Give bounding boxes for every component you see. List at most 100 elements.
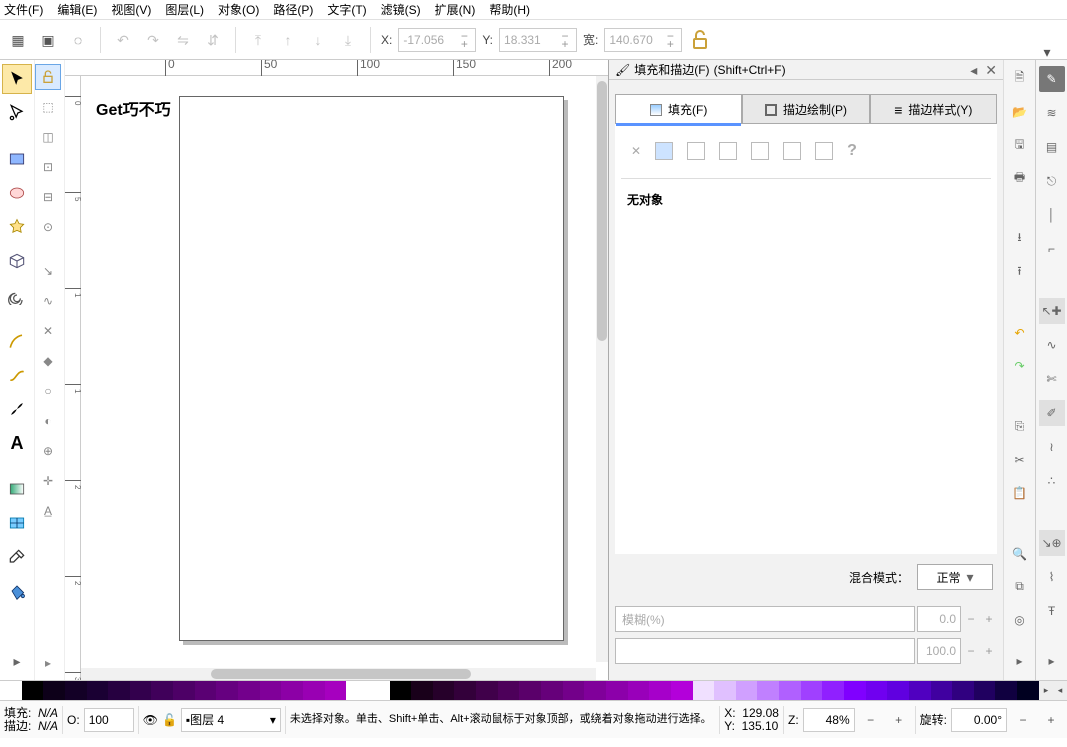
snap-center-icon[interactable]: ⊙ <box>35 214 61 240</box>
rotate-ccw-icon[interactable]: ↶ <box>111 28 135 52</box>
open-icon[interactable]: 📂 <box>1007 99 1033 124</box>
snap-inters-icon[interactable]: ✕ <box>35 318 61 344</box>
palette-swatch[interactable] <box>909 681 931 700</box>
zoom-input[interactable]: 48% <box>803 708 855 732</box>
paint-swatch-icon[interactable] <box>815 142 833 160</box>
path-sub-icon[interactable]: ∿ <box>1039 332 1065 358</box>
select-all-layers-icon[interactable]: ▦ <box>6 28 30 52</box>
align-dialog-icon[interactable]: │ <box>1039 202 1065 228</box>
snap-rot-center-icon[interactable]: ✛ <box>35 468 61 494</box>
rot-minus-icon[interactable]: − <box>1011 708 1035 732</box>
paint-linear-icon[interactable] <box>687 142 705 160</box>
box3d-tool[interactable] <box>2 246 32 276</box>
opacity-minus-icon[interactable]: − <box>963 638 979 664</box>
layer-selector[interactable]: ▪图层 4▾ <box>181 708 281 732</box>
palette-swatch[interactable] <box>411 681 433 700</box>
palette-swatch[interactable] <box>779 681 801 700</box>
palette-swatch[interactable] <box>649 681 671 700</box>
blur-value[interactable]: 0.0 <box>917 606 961 632</box>
palette-swatch[interactable] <box>368 681 390 700</box>
objprops-dialog-icon[interactable]: ≋ <box>1039 100 1065 126</box>
palette-swatch[interactable] <box>433 681 455 700</box>
text-object[interactable]: Get巧不巧 <box>96 96 171 120</box>
snap-lock-icon[interactable] <box>35 64 61 90</box>
export-icon[interactable]: ⭱ <box>1007 260 1033 285</box>
dock-inner-expand-icon[interactable]: ▸ <box>1007 649 1033 674</box>
palette-swatch[interactable] <box>693 681 715 700</box>
opacity-plus-icon[interactable]: + <box>981 638 997 664</box>
snap-smooth-icon[interactable]: ○ <box>35 378 61 404</box>
palette-swatch[interactable] <box>844 681 866 700</box>
palette-swatch[interactable] <box>476 681 498 700</box>
palette-swatch[interactable] <box>952 681 974 700</box>
palette-swatch[interactable] <box>671 681 693 700</box>
zoom-out-icon[interactable]: − <box>859 708 883 732</box>
save-icon[interactable]: 🖫 <box>1007 132 1033 157</box>
palette-swatch[interactable] <box>628 681 650 700</box>
paint-none-icon[interactable]: ✕ <box>631 144 641 158</box>
snap-bbox-icon[interactable]: ⬚ <box>35 94 61 120</box>
tweak-icon[interactable]: ≀ <box>1039 434 1065 460</box>
text-dialog-icon[interactable]: Ŧ <box>1039 598 1065 624</box>
redo-icon[interactable]: ↷ <box>1007 353 1033 378</box>
deselect-icon[interactable]: ◌ <box>66 28 90 52</box>
palette-swatch[interactable] <box>563 681 585 700</box>
zoom-draw-icon[interactable]: ⧉ <box>1007 574 1033 599</box>
palette-swatch[interactable] <box>195 681 217 700</box>
palette-swatch[interactable] <box>281 681 303 700</box>
xml-dialog-icon[interactable]: ⎋ <box>1039 168 1065 194</box>
palette-swatch[interactable] <box>303 681 325 700</box>
ruler-horizontal[interactable]: 0 50 100 150 200 <box>65 60 608 76</box>
snap-corners-icon[interactable]: ⊡ <box>35 154 61 180</box>
palette-swatch[interactable] <box>22 681 44 700</box>
bucket-tool[interactable] <box>2 576 32 606</box>
lpe-icon[interactable]: ⌇ <box>1039 564 1065 590</box>
pencil-tool[interactable] <box>2 326 32 356</box>
layer-visibility-icon[interactable]: 👁 <box>143 713 158 727</box>
palette-swatch[interactable] <box>584 681 606 700</box>
palette-scroll-icon[interactable]: ▸ <box>1039 681 1053 700</box>
zoom-page-icon[interactable]: ◎ <box>1007 607 1033 632</box>
node-tool[interactable] <box>2 98 32 128</box>
palette-swatch[interactable] <box>151 681 173 700</box>
palette-swatch[interactable] <box>130 681 152 700</box>
palette-swatch[interactable] <box>498 681 520 700</box>
palette-swatch[interactable] <box>43 681 65 700</box>
raise-top-icon[interactable]: ⤒ <box>246 28 270 52</box>
palette-swatch[interactable] <box>757 681 779 700</box>
spray-icon[interactable]: ∴ <box>1039 468 1065 494</box>
lower-icon[interactable]: ↓ <box>306 28 330 52</box>
flip-h-icon[interactable]: ⇋ <box>171 28 195 52</box>
blur-slider[interactable]: 模糊(%) <box>615 606 915 632</box>
transform-dialog-icon[interactable]: ⌐ <box>1039 236 1065 262</box>
panel-close-icon[interactable]: ✕ <box>985 63 997 77</box>
dropper-tool[interactable] <box>2 542 32 572</box>
toolbar-overflow-icon[interactable]: ▾ <box>1035 40 1059 64</box>
select-all-icon[interactable]: ▣ <box>36 28 60 52</box>
tab-stroke-paint[interactable]: 描边绘制(P) <box>742 94 869 124</box>
palette-swatch[interactable] <box>866 681 888 700</box>
paste-icon[interactable]: 📋 <box>1007 480 1033 505</box>
y-input[interactable]: 18.331−+ <box>499 28 577 52</box>
palette-swatch[interactable] <box>108 681 130 700</box>
snap-cusp-icon[interactable]: ◆ <box>35 348 61 374</box>
blur-minus-icon[interactable]: − <box>963 606 979 632</box>
snap-obj-center-icon[interactable]: ⊕ <box>35 438 61 464</box>
menu-filters[interactable]: 滤镜(S) <box>381 1 421 18</box>
menu-view[interactable]: 视图(V) <box>111 1 151 18</box>
scissors-icon[interactable]: ✄ <box>1039 366 1065 392</box>
menu-edit[interactable]: 编辑(E) <box>57 1 97 18</box>
palette-swatch[interactable] <box>216 681 238 700</box>
selector-tool[interactable] <box>2 64 32 94</box>
snap-midpoint-icon[interactable]: ⊟ <box>35 184 61 210</box>
palette-swatch[interactable] <box>87 681 109 700</box>
rot-plus-icon[interactable]: + <box>1039 708 1063 732</box>
gradient-tool[interactable] <box>2 474 32 504</box>
new-doc-icon[interactable]: 🗎 <box>1007 66 1033 91</box>
toolbox-expand-icon[interactable]: ▸ <box>2 646 32 676</box>
palette-swatch[interactable] <box>714 681 736 700</box>
bezier-tool[interactable] <box>2 360 32 390</box>
ruler-vertical[interactable]: 0 5 1 1 2 2 3 <box>65 76 81 680</box>
palette-swatch[interactable] <box>822 681 844 700</box>
palette-swatch[interactable] <box>519 681 541 700</box>
